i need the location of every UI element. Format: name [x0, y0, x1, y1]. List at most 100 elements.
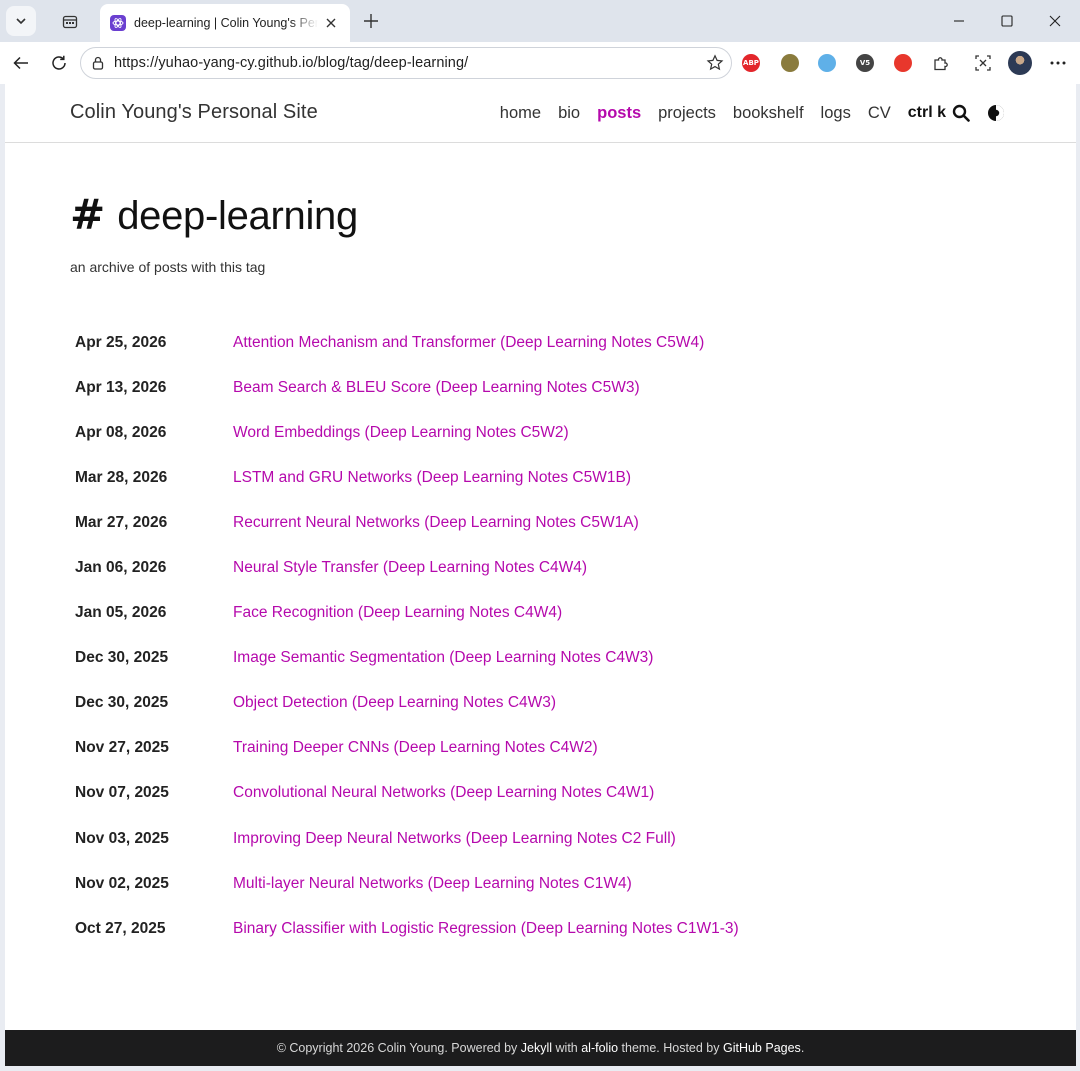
nav-link-projects[interactable]: projects	[658, 104, 716, 123]
post-date: Mar 27, 2026	[75, 513, 168, 531]
tag-title: deep-learning	[117, 194, 358, 238]
extension-icon-4[interactable]: V5	[854, 52, 876, 74]
post-row: Mar 28, 2026 LSTM and GRU Networks (Deep …	[75, 455, 975, 500]
post-row: Nov 02, 2025 Multi-layer Neural Networks …	[75, 861, 975, 906]
post-row: Oct 27, 2025 Binary Classifier with Logis…	[75, 906, 975, 951]
post-row: Jan 06, 2026 Neural Style Transfer (Deep …	[75, 545, 975, 590]
extensions-puzzle-icon[interactable]	[930, 52, 952, 74]
browser-tab-bar: deep-learning | Colin Young's Personal S…	[0, 0, 1080, 42]
url-text: https://yuhao-yang-cy.github.io/blog/tag…	[114, 55, 469, 71]
close-tab-icon[interactable]	[322, 14, 340, 32]
minimize-icon	[954, 20, 964, 22]
search-icon	[952, 104, 970, 122]
nav-link-cv[interactable]: CV	[868, 104, 891, 123]
favorite-star-icon[interactable]	[705, 53, 725, 73]
close-window-button[interactable]	[1039, 6, 1071, 36]
theme-toggle-button[interactable]	[986, 103, 1006, 123]
post-title-link[interactable]: Training Deeper CNNs (Deep Learning Note…	[233, 739, 598, 757]
post-list: Apr 25, 2026 Attention Mechanism and Tran…	[75, 320, 975, 951]
adblock-plus-icon[interactable]: ABP	[740, 52, 762, 74]
post-title-link[interactable]: Word Embeddings (Deep Learning Notes C5W…	[233, 424, 569, 442]
extension-icon-2-badge	[781, 54, 799, 72]
post-row: Nov 03, 2025 Improving Deep Neural Networ…	[75, 816, 975, 861]
post-date: Dec 30, 2025	[75, 694, 169, 712]
nav-link-posts[interactable]: posts	[597, 104, 641, 123]
al-folio-link[interactable]: al-folio	[581, 1041, 618, 1055]
footer-suffix-text: .	[800, 1041, 805, 1055]
plus-icon	[364, 14, 378, 28]
post-title-link[interactable]: Object Detection (Deep Learning Notes C4…	[233, 694, 556, 712]
screenshot-icon[interactable]	[972, 52, 994, 74]
extension-icon-3-badge	[818, 54, 836, 72]
chevron-down-icon	[16, 18, 26, 25]
post-row: Apr 08, 2026 Word Embeddings (Deep Learni…	[75, 410, 975, 455]
nav-link-logs[interactable]: logs	[821, 104, 851, 123]
post-date: Nov 03, 2025	[75, 829, 169, 847]
site-footer: © Copyright 2026 Colin Young. Powered by…	[5, 1030, 1076, 1066]
address-bar[interactable]: https://yuhao-yang-cy.github.io/blog/tag…	[80, 47, 732, 79]
post-title-link[interactable]: LSTM and GRU Networks (Deep Learning Not…	[233, 469, 631, 487]
post-title-link[interactable]: Improving Deep Neural Networks (Deep Lea…	[233, 830, 676, 848]
browser-toolbar: https://yuhao-yang-cy.github.io/blog/tag…	[0, 42, 1080, 84]
post-title-link[interactable]: Neural Style Transfer (Deep Learning Not…	[233, 559, 587, 577]
adblock-plus-icon-badge: ABP	[742, 54, 760, 72]
post-row: Nov 27, 2025 Training Deeper CNNs (Deep L…	[75, 726, 975, 771]
post-row: Jan 05, 2026 Face Recognition (Deep Learn…	[75, 591, 975, 636]
extension-icon-4-badge: V5	[856, 54, 874, 72]
reload-button[interactable]	[46, 50, 72, 76]
post-title-link[interactable]: Attention Mechanism and Transformer (Dee…	[233, 334, 704, 352]
nav-link-home[interactable]: home	[500, 104, 541, 123]
extension-icon-3[interactable]	[816, 52, 838, 74]
profile-avatar[interactable]	[1008, 51, 1032, 75]
new-tab-button[interactable]	[358, 8, 384, 34]
theme-toggle-icon	[988, 105, 1004, 121]
post-date: Jan 05, 2026	[75, 604, 167, 622]
post-date: Mar 28, 2026	[75, 468, 168, 486]
jekyll-link[interactable]: Jekyll	[521, 1041, 552, 1055]
post-row: Nov 07, 2025 Convolutional Neural Network…	[75, 771, 975, 816]
hashtag-icon: #	[70, 189, 106, 239]
tag-heading: # deep-learning	[70, 189, 358, 239]
workspaces-icon	[62, 15, 78, 29]
nav-link-bookshelf[interactable]: bookshelf	[733, 104, 804, 123]
post-title-link[interactable]: Multi-layer Neural Networks (Deep Learni…	[233, 875, 632, 893]
post-title-link[interactable]: Beam Search & BLEU Score (Deep Learning …	[233, 379, 640, 397]
post-row: Apr 13, 2026 Beam Search & BLEU Score (De…	[75, 365, 975, 410]
back-button[interactable]	[8, 50, 34, 76]
footer-with-text: with	[552, 1041, 582, 1055]
tag-description: an archive of posts with this tag	[70, 259, 266, 275]
site-nav: home bio posts projects bookshelf logs CV ctrl…	[483, 103, 1006, 123]
site-favicon-icon	[110, 15, 126, 31]
tab-actions-menu-button[interactable]	[6, 6, 36, 36]
more-options-icon[interactable]	[1047, 52, 1069, 74]
post-title-link[interactable]: Convolutional Neural Networks (Deep Lear…	[233, 784, 654, 802]
post-row: Apr 25, 2026 Attention Mechanism and Tran…	[75, 320, 975, 365]
post-title-link[interactable]: Recurrent Neural Networks (Deep Learning…	[233, 514, 639, 532]
web-page: Colin Young's Personal Site home bio posts…	[5, 84, 1076, 1066]
post-date: Nov 27, 2025	[75, 739, 169, 757]
post-date: Apr 08, 2026	[75, 423, 167, 441]
github-pages-link[interactable]: GitHub Pages	[723, 1041, 801, 1055]
site-header: Colin Young's Personal Site home bio posts…	[5, 84, 1076, 143]
maximize-icon	[1001, 15, 1013, 27]
reload-icon	[52, 55, 66, 70]
post-title-link[interactable]: Image Semantic Segmentation (Deep Learni…	[233, 649, 653, 667]
maximize-window-button[interactable]	[991, 6, 1023, 36]
search-button[interactable]: ctrl k	[908, 104, 970, 122]
post-title-link[interactable]: Face Recognition (Deep Learning Notes C4…	[233, 604, 562, 622]
post-row: Dec 30, 2025 Object Detection (Deep Learn…	[75, 681, 975, 726]
site-title-link[interactable]: Colin Young's Personal Site	[70, 101, 318, 124]
nav-link-bio[interactable]: bio	[558, 104, 580, 123]
extension-icon-2[interactable]	[779, 52, 801, 74]
arrow-left-icon	[13, 56, 28, 70]
lock-icon	[92, 56, 104, 70]
extension-icon-5[interactable]	[892, 52, 914, 74]
post-title-link[interactable]: Binary Classifier with Logistic Regressi…	[233, 920, 739, 938]
tab-title: deep-learning | Colin Young's Personal S…	[134, 16, 318, 30]
footer-copyright: © Copyright 2026 Colin Young. Powered by…	[277, 1041, 805, 1055]
minimize-window-button[interactable]	[943, 6, 975, 36]
workspaces-button[interactable]	[56, 8, 84, 36]
active-tab[interactable]: deep-learning | Colin Young's Personal S…	[100, 4, 350, 42]
post-row: Dec 30, 2025 Image Semantic Segmentation …	[75, 636, 975, 681]
footer-hosted-text: theme. Hosted by	[618, 1041, 723, 1055]
